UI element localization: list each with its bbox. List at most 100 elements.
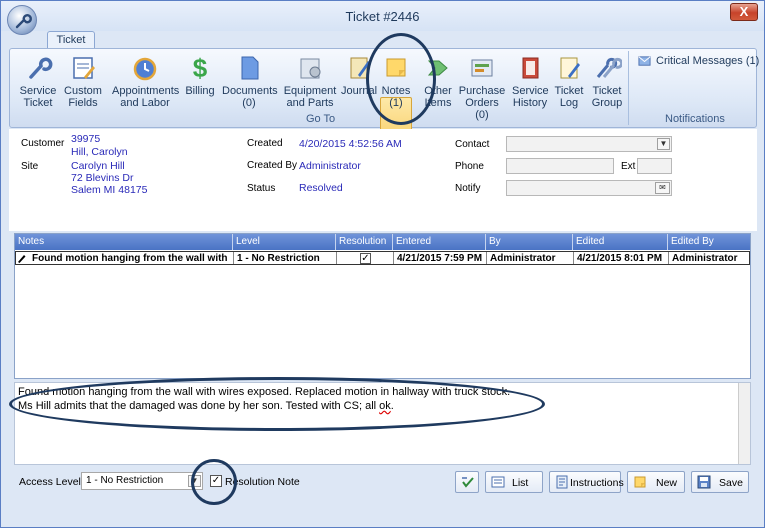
column-separator: [392, 234, 393, 250]
notify-field[interactable]: ✉: [506, 180, 672, 196]
equipment-and-parts-button[interactable]: Equipment and Parts: [282, 55, 338, 109]
appointments-and-labor-button[interactable]: Appointments and Labor: [112, 55, 180, 109]
annotation-circle-resolution: [191, 459, 237, 505]
cell-separator: [668, 252, 669, 264]
ticket-log-button[interactable]: Ticket Log: [552, 55, 586, 109]
column-separator: [667, 234, 668, 250]
created-label: Created: [247, 138, 283, 149]
phone-field[interactable]: [506, 158, 614, 174]
instructions-button[interactable]: Instructions: [549, 471, 624, 493]
service-ticket-label-2: Ticket: [23, 97, 53, 109]
group-separator: [628, 51, 629, 125]
close-button[interactable]: X: [730, 3, 758, 21]
table-row[interactable]: Found motion hanging from the wall with …: [15, 251, 750, 265]
wrench-icon: [29, 57, 53, 79]
log-pencil-icon: [560, 57, 580, 79]
critical-messages-label: Critical Messages (1): [656, 55, 760, 67]
documents-button[interactable]: Documents (0): [222, 55, 278, 109]
column-level[interactable]: Level: [236, 236, 260, 247]
billing-label: Billing: [185, 85, 215, 97]
group-label-notifications: Notifications: [665, 113, 725, 125]
equipment-label-1: Equipment: [283, 85, 337, 97]
purchase-orders-button[interactable]: Purchase Orders (0): [458, 55, 506, 121]
cell-separator: [393, 252, 394, 264]
column-edited[interactable]: Edited: [576, 236, 604, 247]
custom-fields-label-1: Custom: [64, 85, 102, 97]
appointments-label-1: Appointments: [112, 85, 180, 97]
column-by[interactable]: By: [489, 236, 501, 247]
column-notes[interactable]: Notes: [18, 236, 44, 247]
annotation-circle-note-text: [9, 377, 545, 431]
equipment-label-2: and Parts: [286, 97, 334, 109]
service-ticket-button[interactable]: Service Ticket: [16, 55, 60, 109]
ticket-group-button[interactable]: Ticket Group: [588, 55, 626, 109]
billing-button[interactable]: $ Billing: [182, 55, 218, 97]
list-icon: [491, 476, 505, 488]
appointments-label-2: and Labor: [120, 97, 170, 109]
instructions-icon: [556, 475, 568, 489]
contact-dropdown[interactable]: ▼: [506, 136, 672, 152]
cell-edited-by: Administrator: [672, 253, 738, 264]
customer-name-link[interactable]: Hill, Carolyn: [71, 146, 128, 159]
documents-label-2: (0): [242, 97, 256, 109]
customer-label: Customer: [21, 138, 65, 149]
customer-id-link[interactable]: 39975: [71, 133, 100, 146]
column-edited-by[interactable]: Edited By: [671, 236, 714, 247]
window-title: Ticket #2446: [345, 9, 420, 24]
access-level-value: 1 - No Restriction: [86, 475, 164, 486]
column-resolution[interactable]: Resolution: [339, 236, 386, 247]
tab-ticket[interactable]: Ticket: [47, 31, 95, 49]
save-button[interactable]: Save: [691, 471, 749, 493]
cell-notes: Found motion hanging from the wall with …: [32, 253, 230, 264]
svg-text:$: $: [193, 55, 208, 81]
custom-fields-button[interactable]: Custom Fields: [62, 55, 104, 109]
list-button[interactable]: List: [485, 471, 543, 493]
ext-field[interactable]: [637, 158, 672, 174]
cell-edited: 4/21/2015 8:01 PM: [577, 253, 663, 264]
application-menu-button[interactable]: [7, 5, 37, 35]
custom-fields-label-2: Fields: [68, 97, 98, 109]
created-by-value: Administrator: [299, 160, 361, 172]
purchase-orders-label-2: Orders (0): [465, 97, 499, 121]
new-label: New: [656, 477, 678, 489]
cell-separator: [336, 252, 337, 264]
access-level-label: Access Level: [19, 476, 81, 488]
ticket-info-panel: Customer 39975 Hill, Carolyn Site Caroly…: [9, 129, 757, 231]
chevron-down-icon[interactable]: ▼: [657, 138, 670, 150]
equipment-icon: [300, 58, 321, 79]
column-separator: [335, 234, 336, 250]
spell-check-button[interactable]: [455, 471, 479, 493]
new-note-icon: [634, 476, 646, 488]
created-by-label: Created By: [247, 160, 298, 171]
service-history-button[interactable]: Service History: [512, 55, 549, 109]
ticket-group-label-2: Group: [591, 97, 623, 109]
status-value: Resolved: [299, 182, 343, 194]
site-label: Site: [21, 161, 39, 172]
created-value: 4/20/2015 4:52:56 AM: [299, 138, 402, 150]
cell-entered: 4/21/2015 7:59 PM: [397, 253, 483, 264]
group-label-goto: Go To: [306, 113, 336, 125]
form-edit-icon: [73, 57, 95, 79]
service-history-label-2: History: [512, 97, 548, 109]
envelope-icon[interactable]: ✉: [655, 182, 670, 194]
cell-separator: [573, 252, 574, 264]
notify-label: Notify: [455, 183, 481, 194]
instructions-label: Instructions: [570, 477, 624, 489]
ext-label: Ext: [621, 161, 636, 172]
column-separator: [232, 234, 233, 250]
cell-by: Administrator: [490, 253, 556, 264]
column-separator: [485, 234, 486, 250]
list-label: List: [512, 477, 529, 489]
new-button[interactable]: New: [627, 471, 685, 493]
annotation-circle-notes: [366, 33, 436, 125]
column-separator: [572, 234, 573, 250]
ticket-log-label-1: Ticket: [554, 85, 584, 97]
note-scrollbar[interactable]: [738, 383, 750, 464]
purchase-orders-label-1: Purchase: [458, 85, 506, 97]
access-level-select[interactable]: 1 - No Restriction ▼: [81, 472, 203, 490]
cell-separator: [233, 252, 234, 264]
floppy-disk-icon: [697, 475, 711, 489]
cell-resolution-checkbox[interactable]: ✓: [360, 253, 371, 264]
tools-group-icon: [596, 57, 622, 78]
column-entered[interactable]: Entered: [396, 236, 431, 247]
